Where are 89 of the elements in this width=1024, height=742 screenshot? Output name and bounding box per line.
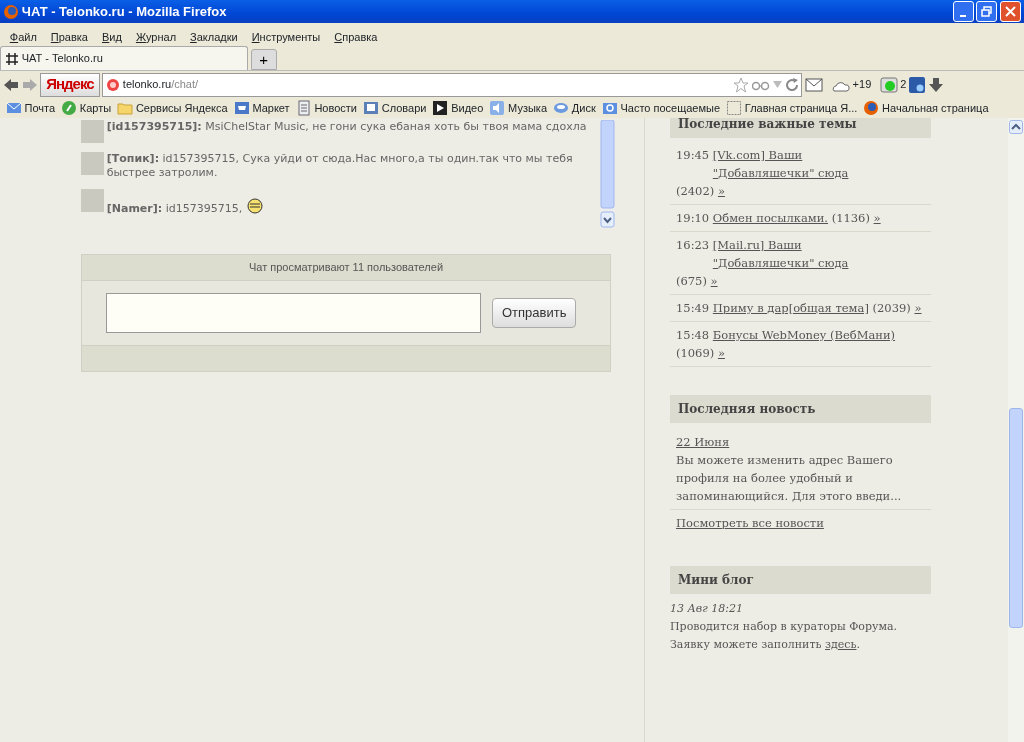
scroll-up-icon[interactable]	[1009, 120, 1023, 134]
hash-icon	[5, 51, 19, 66]
menu-item[interactable]: Файл	[2, 25, 44, 46]
bookmark-item[interactable]: Начальная страница	[860, 99, 992, 117]
book-icon	[363, 100, 379, 116]
weather-button[interactable]: +19	[825, 76, 872, 93]
message-input-field[interactable]	[106, 293, 481, 333]
topic-link[interactable]: Приму в дар[общая тема]	[712, 299, 869, 317]
bookmark-item[interactable]: Сервисы Яндекса	[114, 99, 231, 117]
bookmark-item[interactable]: Часто посещаемые	[598, 99, 724, 117]
menu-item[interactable]: Правка	[43, 25, 95, 46]
browser-tab[interactable]: ЧАТ - Telonko.ru	[0, 46, 248, 70]
news-text: Вы можете изменить адрес Вашего профиля на более удобный и запоминающийся. Для этого введи...	[676, 452, 903, 505]
bookmark-item[interactable]: Новости	[292, 99, 360, 117]
topic-item: 16:23 [Mail.ru] Ваши "Добавляшечки" сюда (675) »	[670, 232, 931, 295]
topic-item: 15:49 Приму в дар[общая тема] (2039) »	[670, 295, 931, 322]
send-button[interactable]: Отправить	[492, 298, 577, 328]
globe-icon	[863, 100, 880, 116]
speaker-icon	[489, 100, 506, 116]
section-heading: Последние важные темы	[670, 118, 931, 138]
all-news-link[interactable]: Посмотреть все новости	[676, 516, 824, 530]
topic-link[interactable]: [Vk.com] Ваши "Добавляшечки" сюда	[712, 146, 903, 182]
topic-link[interactable]: Обмен посылками.	[712, 209, 829, 227]
topic-item: 19:45 [Vk.com] Ваши "Добавляшечки" сюда (2402) »	[670, 142, 931, 205]
restore-button[interactable]	[976, 1, 998, 22]
topic-item: 19:10 Обмен посылками. (1136) »	[670, 205, 931, 232]
reload-icon[interactable]	[784, 77, 799, 92]
more-link[interactable]: »	[914, 301, 922, 315]
folder-icon	[117, 100, 134, 116]
address-field[interactable]: telonko.ru/chat/	[102, 72, 803, 97]
menu-item[interactable]: Закладки	[183, 25, 245, 46]
bookmark-item[interactable]: Диск	[550, 99, 599, 117]
more-link[interactable]: »	[710, 274, 718, 288]
restore-icon	[981, 6, 993, 17]
bookmark-item[interactable]: Почта	[2, 99, 59, 117]
news-date-link[interactable]: 22 Июня	[676, 433, 730, 451]
extension-icon[interactable]	[909, 76, 926, 93]
menu-item[interactable]: Вид	[95, 25, 129, 46]
close-button[interactable]	[1000, 1, 1021, 22]
bookmark-item[interactable]: Главная страница Я...	[723, 99, 861, 117]
more-link[interactable]: »	[873, 211, 881, 225]
minimize-button[interactable]	[952, 1, 974, 22]
menu-item[interactable]: Журнал	[128, 25, 184, 46]
bookmark-item[interactable]: Карты	[58, 99, 115, 117]
chat-message: [Namer]: id157395715,	[106, 189, 265, 216]
counter-icon	[879, 76, 898, 93]
avatar-placeholder	[81, 152, 104, 175]
back-arrow-icon[interactable]	[2, 77, 19, 92]
document-icon	[295, 100, 312, 116]
chat-message: [id157395715]: MsiChelStar Music, не гони сука ебаная хоть бы твоя мама сдохла	[106, 120, 587, 134]
bookmark-item[interactable]: Словари	[360, 99, 430, 117]
blank-page-icon	[726, 100, 743, 116]
cart-icon	[233, 100, 250, 116]
star-icon[interactable]	[733, 76, 750, 93]
search-icon	[601, 100, 618, 116]
window-title: ЧАТ - Telonko.ru - Mozilla Firefox	[21, 2, 228, 21]
map-icon	[61, 100, 78, 116]
topic-item: 15:48 Бонусы WebMoney (ВебМани) (1069) »	[670, 322, 931, 367]
bookmark-item[interactable]: Музыка	[486, 99, 551, 117]
mail-envelope-icon[interactable]	[805, 77, 824, 92]
section-heading: Последняя новость	[670, 395, 931, 423]
viewer-count: Чат просматривают 11 пользователей	[248, 260, 444, 276]
more-link[interactable]: »	[717, 346, 725, 360]
new-tab-button[interactable]: +	[250, 49, 277, 70]
section-heading: Мини блог	[670, 566, 931, 594]
page-scrollbar[interactable]	[1008, 118, 1024, 742]
browser-logo-icon	[3, 3, 19, 20]
chat-message: [Топик]: id157395715, Сука уйди от сюда.Нас много,а ты один.так что мы тебя быстрее затролим.	[106, 152, 574, 180]
avatar-placeholder	[81, 189, 104, 212]
bookmark-item[interactable]: Видео	[429, 99, 487, 117]
topic-link[interactable]: Бонусы WebMoney (ВебМани)	[712, 326, 896, 344]
avatar-placeholder	[81, 120, 104, 143]
download-arrow-icon[interactable]	[927, 76, 944, 93]
blog-text: Проводится набор в кураторы Форума.	[670, 619, 899, 635]
envelope-icon	[5, 100, 22, 116]
blog-text: Заявку можете заполнить здесь.	[670, 637, 861, 653]
more-link[interactable]: »	[717, 184, 725, 198]
bookmark-item[interactable]: Маркет	[230, 99, 293, 117]
topic-link[interactable]: [Mail.ru] Ваши "Добавляшечки" сюда	[712, 236, 903, 272]
play-icon	[432, 100, 449, 116]
blog-date: 13 Авг 18:21	[670, 601, 744, 617]
notification-button[interactable]: 2	[879, 76, 907, 93]
menu-item[interactable]: Инструменты	[244, 25, 328, 46]
menu-item[interactable]: Справка	[327, 25, 385, 46]
close-icon	[1005, 6, 1016, 17]
minimize-icon	[960, 14, 966, 17]
search-engine-button[interactable]: Яндекс	[40, 72, 100, 97]
disk-icon	[553, 100, 570, 116]
site-icon	[106, 77, 121, 92]
